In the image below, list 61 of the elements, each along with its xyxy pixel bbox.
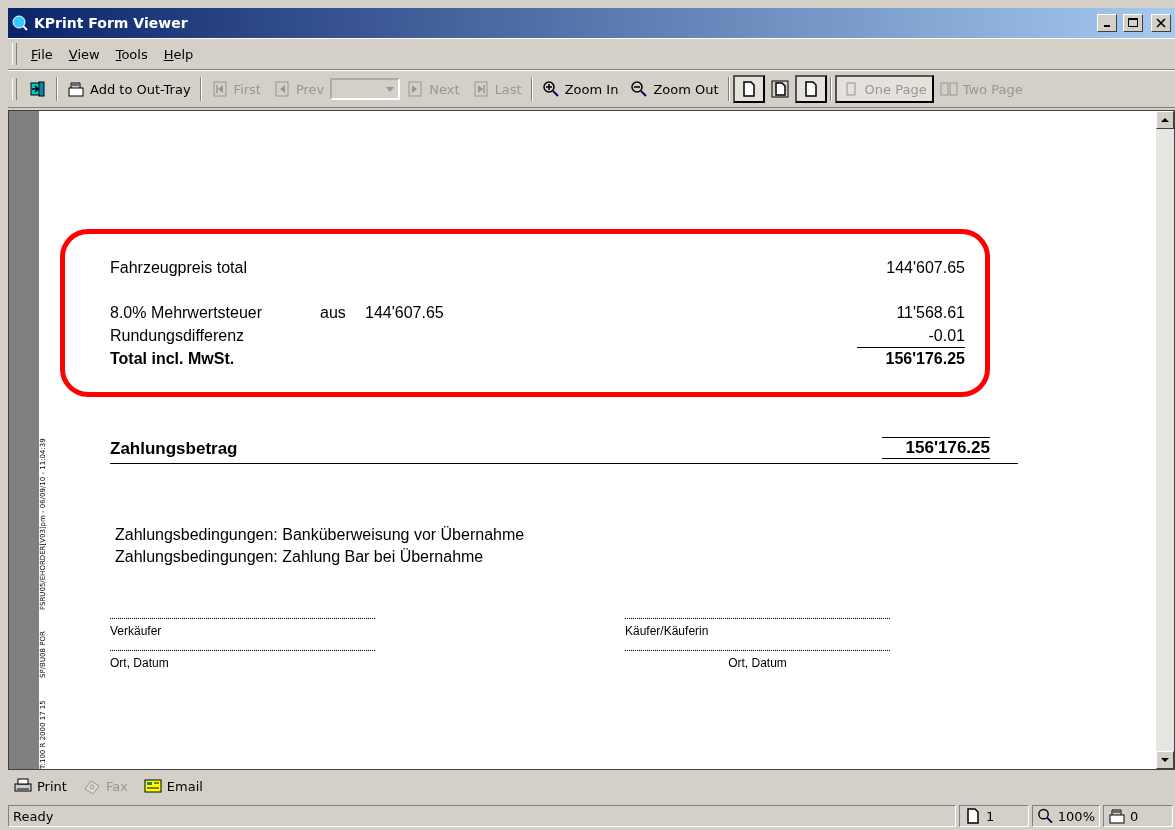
last-page-icon bbox=[471, 80, 490, 98]
up-arrow-icon bbox=[1161, 117, 1169, 123]
menu-item[interactable]: Help bbox=[155, 41, 202, 67]
status-text: Ready bbox=[8, 805, 956, 827]
summary-amount: 144'607.65 bbox=[885, 258, 965, 278]
menu-item[interactable]: View bbox=[60, 41, 108, 67]
window-title: KPrint Form Viewer bbox=[34, 15, 189, 31]
page-view-toggle[interactable] bbox=[794, 75, 827, 103]
maximize-button[interactable] bbox=[1123, 14, 1143, 32]
scroll-down-button[interactable] bbox=[1156, 751, 1174, 769]
email-icon bbox=[143, 777, 162, 795]
toolbar-button[interactable]: Add to Out-Tray bbox=[61, 76, 197, 102]
summary-label: Total incl. MwSt. bbox=[110, 349, 236, 369]
toolbar-button[interactable]: Zoom In bbox=[535, 76, 625, 102]
summary-amount: -0.01 bbox=[927, 326, 965, 346]
page-icon bbox=[964, 807, 982, 825]
tray-icon bbox=[1108, 807, 1126, 825]
summary-amount: 11'568.61 bbox=[895, 303, 965, 323]
close-button[interactable] bbox=[1151, 14, 1171, 32]
maximize-icon bbox=[1128, 18, 1138, 28]
payment-condition: Zahlungsbedingungen: Zahlung Bar bei Übernahme bbox=[115, 547, 485, 567]
payment-condition: Zahlungsbedingungen: Banküberweisung vor Übernahme bbox=[115, 525, 526, 545]
double-page-icon bbox=[939, 80, 958, 98]
vertical-scrollbar[interactable] bbox=[1156, 111, 1174, 769]
zoom-level: 100% bbox=[1057, 808, 1095, 824]
summary-label: Fahrzeugpreis total bbox=[110, 258, 248, 278]
framed-page-icon bbox=[770, 80, 789, 98]
signature-line: Ort, Datum bbox=[625, 650, 890, 670]
printer-icon bbox=[14, 777, 32, 795]
tray-count: 0 bbox=[1130, 808, 1139, 824]
menu-item[interactable]: Tools bbox=[107, 41, 156, 67]
summary-note: aus bbox=[320, 303, 347, 323]
summary-base-amount: 144'607.65 bbox=[365, 303, 445, 323]
next-icon bbox=[406, 80, 425, 98]
exit-door-icon bbox=[29, 80, 47, 98]
action-button[interactable]: Email bbox=[137, 773, 209, 799]
summary-label: 8.0% Mehrwertsteuer bbox=[110, 303, 264, 323]
zoom-out-icon bbox=[630, 80, 649, 98]
toolbar-button[interactable]: Zoom Out bbox=[624, 76, 725, 102]
summary-label: Rundungsdifferenz bbox=[110, 326, 246, 346]
scroll-up-button[interactable] bbox=[1156, 111, 1174, 129]
close-icon bbox=[1156, 18, 1166, 28]
signature-line: Käufer/Käuferin bbox=[625, 618, 890, 638]
page-view-toggle[interactable] bbox=[732, 75, 765, 103]
zoom-in-icon bbox=[541, 80, 560, 98]
summary-amount: 156'176.25 bbox=[857, 347, 965, 370]
menu-item[interactable]: File bbox=[23, 41, 61, 67]
previous-icon bbox=[272, 80, 291, 98]
minimize-icon bbox=[1104, 25, 1110, 27]
signature-line: Ort, Datum bbox=[110, 650, 375, 670]
app-icon bbox=[12, 15, 28, 31]
page-count: 1 bbox=[986, 808, 995, 824]
magnifier-icon bbox=[1037, 807, 1054, 825]
action-button[interactable]: Print bbox=[8, 773, 73, 799]
first-page-icon bbox=[210, 80, 229, 98]
payment-label: Zahlungsbetrag bbox=[110, 439, 238, 459]
payment-amount: 156'176.25 bbox=[882, 437, 990, 459]
minimize-button[interactable] bbox=[1097, 14, 1117, 32]
signature-line: Verkäufer bbox=[110, 618, 375, 638]
tray-icon bbox=[67, 80, 85, 98]
down-arrow-icon bbox=[1161, 757, 1169, 763]
